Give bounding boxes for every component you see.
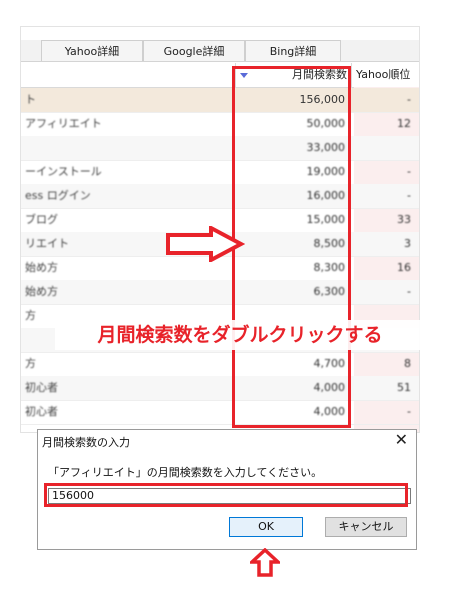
table-row[interactable]: 33,000: [21, 136, 419, 161]
header-monthly-volume[interactable]: 月間検索数: [235, 63, 351, 87]
table-row[interactable]: ess ログイン 16,000 -: [21, 184, 419, 209]
keyword-cell: ーインストール: [25, 165, 102, 178]
instruction-caption: 月間検索数をダブルクリックする: [55, 320, 425, 350]
volume-cell[interactable]: 15,000: [235, 208, 346, 232]
keyword-cell: ト: [25, 93, 36, 106]
dialog-prompt: 「アフィリエイト」の月間検索数を入力してください。: [48, 466, 323, 479]
table-row[interactable]: 始め方 6,300 -: [21, 280, 419, 305]
volume-input[interactable]: [48, 488, 411, 504]
rank-cell: [351, 136, 411, 160]
keyword-cell: 初心者: [25, 381, 58, 394]
keyword-cell: ess ログイン: [25, 189, 91, 202]
rank-cell: 3: [404, 237, 411, 250]
keyword-cell: アフィリエイト: [25, 117, 102, 130]
rank-cell: -: [407, 285, 411, 298]
table-header: 月間検索数 Yahoo順位: [21, 63, 419, 88]
tab-yahoo-detail[interactable]: Yahoo詳細: [41, 40, 143, 61]
keyword-cell: 始め方: [25, 285, 58, 298]
table-row[interactable]: 方 4,700 8: [21, 352, 419, 377]
volume-cell[interactable]: 156,000: [235, 88, 346, 112]
volume-cell[interactable]: 4,000: [235, 400, 346, 424]
rank-cell: -: [407, 93, 411, 106]
volume-cell[interactable]: 6,300: [235, 280, 346, 304]
close-icon[interactable]: ✕: [395, 430, 408, 449]
up-arrow-annotation-icon: [250, 548, 280, 577]
right-arrow-annotation-icon: [166, 226, 245, 262]
rank-cell: 8: [404, 357, 411, 370]
rank-cell: -: [407, 405, 411, 418]
volume-input-dialog: 月間検索数の入力 ✕ 「アフィリエイト」の月間検索数を入力してください。 OK …: [37, 429, 417, 550]
volume-cell[interactable]: 50,000: [235, 112, 346, 136]
volume-cell[interactable]: 33,000: [235, 136, 346, 160]
volume-cell[interactable]: 4,000: [235, 376, 346, 400]
rank-cell: 33: [397, 213, 411, 226]
keyword-cell: 初心者: [25, 405, 58, 418]
tab-bing-detail[interactable]: Bing詳細: [245, 40, 341, 61]
volume-cell[interactable]: 8,300: [235, 256, 346, 280]
table-row[interactable]: ト 156,000 -: [21, 88, 419, 113]
rank-cell: -: [407, 189, 411, 202]
volume-cell[interactable]: 4,700: [235, 352, 346, 376]
volume-cell[interactable]: 8,500: [235, 232, 346, 256]
rank-cell: 12: [397, 117, 411, 130]
table-row[interactable]: 初心者 4,000 51: [21, 376, 419, 401]
volume-cell[interactable]: 16,000: [235, 184, 346, 208]
keyword-cell: 方: [25, 357, 36, 370]
rank-cell: -: [407, 165, 411, 178]
header-keyword[interactable]: [21, 63, 235, 87]
detail-tabbar: Yahoo詳細 Google詳細 Bing詳細: [21, 40, 419, 62]
header-yahoo-rank[interactable]: Yahoo順位: [351, 63, 419, 87]
cancel-button[interactable]: キャンセル: [325, 517, 407, 537]
table-row[interactable]: アフィリエイト 50,000 12: [21, 112, 419, 137]
table-row[interactable]: ーインストール 19,000 -: [21, 160, 419, 185]
table-row[interactable]: 初心者 4,000 -: [21, 400, 419, 425]
volume-cell[interactable]: 19,000: [235, 160, 346, 184]
keyword-cell: [25, 136, 225, 160]
ok-button[interactable]: OK: [229, 517, 303, 537]
dialog-title: 月間検索数の入力: [42, 436, 130, 449]
rank-cell: 16: [397, 261, 411, 274]
tab-google-detail[interactable]: Google詳細: [143, 40, 245, 61]
rank-cell: 51: [397, 381, 411, 394]
